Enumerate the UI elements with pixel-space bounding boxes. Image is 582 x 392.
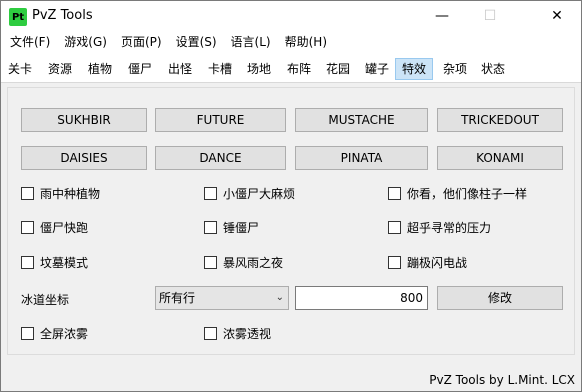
high-gravity-checkbox[interactable]: 超乎寻常的压力: [388, 219, 491, 235]
checkbox-label: 暴风雨之夜: [223, 255, 284, 270]
code-daisies-button[interactable]: DAISIES: [21, 146, 147, 170]
code-mustache-button[interactable]: MUSTACHE: [295, 108, 428, 132]
row-select-value: 所有行: [159, 291, 196, 305]
credit-text: PvZ Tools by L.Mint. LCX: [429, 373, 575, 387]
bungee-blitz-checkbox[interactable]: 蹦极闪电战: [388, 254, 467, 270]
little-trouble-checkbox[interactable]: 小僵尸大麻烦: [204, 185, 295, 201]
tab-effects[interactable]: 特效: [395, 58, 433, 80]
code-future-button[interactable]: FUTURE: [155, 108, 286, 132]
checkbox-box[interactable]: [21, 186, 34, 200]
menu-game[interactable]: 游戏(G): [57, 32, 114, 53]
fullscreen-fog-checkbox[interactable]: 全屏浓雾: [21, 325, 88, 341]
checkbox-label: 全屏浓雾: [40, 326, 89, 341]
ice-coord-label: 冰道坐标: [21, 293, 70, 307]
checkbox-label: 你看，他们像柱子一样: [407, 186, 528, 201]
tab-scene[interactable]: 场地: [244, 58, 274, 80]
checkbox-box[interactable]: [388, 255, 401, 269]
title-bar[interactable]: Pt PvZ Tools — ☐ ✕: [1, 1, 581, 32]
modify-button[interactable]: 修改: [437, 286, 563, 310]
menu-language[interactable]: 语言(L): [224, 32, 278, 53]
status-bar: PvZ Tools by L.Mint. LCX: [1, 367, 581, 391]
tab-spawn[interactable]: 出怪: [165, 58, 195, 80]
menu-bar: 文件(F) 游戏(G) 页面(P) 设置(S) 语言(L) 帮助(H): [1, 32, 581, 53]
checkbox-label: 超乎寻常的压力: [407, 220, 492, 235]
checkbox-box[interactable]: [21, 326, 34, 340]
checkbox-label: 蹦极闪电战: [407, 255, 468, 270]
menu-settings[interactable]: 设置(S): [169, 32, 224, 53]
checkbox-box[interactable]: [21, 255, 34, 269]
tab-status[interactable]: 状态: [478, 58, 508, 80]
tab-level[interactable]: 关卡: [5, 58, 35, 80]
checkbox-label: 雨中种植物: [40, 186, 101, 201]
checkbox-box[interactable]: [204, 186, 217, 200]
chevron-down-icon: ⌄: [275, 292, 284, 303]
minimize-button[interactable]: —: [419, 1, 465, 31]
tab-zombies[interactable]: 僵尸: [125, 58, 155, 80]
tab-plants[interactable]: 植物: [85, 58, 115, 80]
tab-slots[interactable]: 卡槽: [205, 58, 235, 80]
rain-planting-checkbox[interactable]: 雨中种植物: [21, 185, 100, 201]
menu-help[interactable]: 帮助(H): [278, 32, 334, 53]
row-select[interactable]: 所有行 ⌄: [155, 286, 289, 310]
window-title: PvZ Tools: [32, 8, 93, 23]
checkbox-label: 浓雾透视: [223, 326, 272, 341]
checkbox-label: 锤僵尸: [223, 220, 260, 235]
column-like-checkbox[interactable]: 你看，他们像柱子一样: [388, 185, 527, 201]
checkbox-box[interactable]: [388, 220, 401, 234]
code-trickedout-button[interactable]: TRICKEDOUT: [437, 108, 563, 132]
checkbox-box[interactable]: [204, 326, 217, 340]
checkbox-box[interactable]: [204, 220, 217, 234]
menu-file[interactable]: 文件(F): [3, 32, 57, 53]
tab-vase[interactable]: 罐子: [362, 58, 392, 80]
tab-garden[interactable]: 花园: [323, 58, 353, 80]
checkbox-label: 僵尸快跑: [40, 220, 89, 235]
checkbox-box[interactable]: [21, 220, 34, 234]
close-button[interactable]: ✕: [534, 1, 580, 31]
app-logo-icon: Pt: [9, 8, 27, 26]
ice-coord-input[interactable]: 800: [295, 286, 428, 310]
checkbox-label: 小僵尸大麻烦: [223, 186, 296, 201]
checkbox-box[interactable]: [388, 186, 401, 200]
app-window: Pt PvZ Tools — ☐ ✕ 文件(F) 游戏(G) 页面(P) 设置(…: [0, 0, 582, 392]
code-pinata-button[interactable]: PINATA: [295, 146, 428, 170]
tab-lineup[interactable]: 布阵: [284, 58, 314, 80]
checkbox-box[interactable]: [204, 255, 217, 269]
tab-misc[interactable]: 杂项: [440, 58, 470, 80]
tab-strip: 关卡 资源 植物 僵尸 出怪 卡槽 场地 布阵 花园 罐子 特效 杂项 状态: [1, 53, 581, 83]
menu-page[interactable]: 页面(P): [114, 32, 169, 53]
tab-resources[interactable]: 资源: [45, 58, 75, 80]
code-konami-button[interactable]: KONAMI: [437, 146, 563, 170]
fog-see-through-checkbox[interactable]: 浓雾透视: [204, 325, 271, 341]
whack-zombie-checkbox[interactable]: 锤僵尸: [204, 219, 259, 235]
stormy-night-checkbox[interactable]: 暴风雨之夜: [204, 254, 283, 270]
code-sukhbir-button[interactable]: SUKHBIR: [21, 108, 147, 132]
grave-mode-checkbox[interactable]: 坟墓模式: [21, 254, 88, 270]
checkbox-label: 坟墓模式: [40, 255, 89, 270]
effects-panel: SUKHBIR FUTURE MUSTACHE TRICKEDOUT DAISI…: [7, 87, 575, 355]
zombie-quick-checkbox[interactable]: 僵尸快跑: [21, 219, 88, 235]
code-dance-button[interactable]: DANCE: [155, 146, 286, 170]
maximize-button: ☐: [483, 8, 497, 24]
